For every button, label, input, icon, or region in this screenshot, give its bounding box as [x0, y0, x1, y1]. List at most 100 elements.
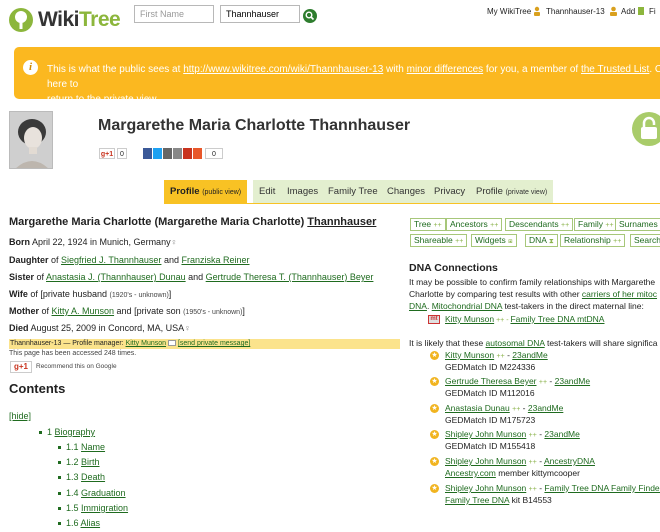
tool-label: Shareable: [414, 235, 453, 245]
test-link[interactable]: 23andMe: [544, 429, 579, 439]
current-user-link[interactable]: Thannhauser-13: [546, 7, 605, 16]
tab-label: Changes: [387, 186, 426, 197]
gplus-share-button[interactable]: g+1: [99, 148, 115, 159]
autosomal-dna-link[interactable]: autosomal DNA: [486, 338, 545, 348]
tab-label: Privacy: [434, 186, 466, 197]
widgets-button[interactable]: Widgets ⧆: [471, 234, 517, 247]
mitochondrial-dna-link[interactable]: Mitochondrial DNA: [432, 301, 502, 311]
sister-row: Sister of Anastasia J. (Thannhauser) Dun…: [9, 272, 373, 282]
share-count: 0: [205, 148, 223, 159]
toc-item[interactable]: 1.4 Graduation: [58, 488, 126, 498]
expand-icon: ++: [433, 222, 442, 229]
toc-label[interactable]: Graduation: [81, 488, 126, 498]
first-name-input[interactable]: [134, 5, 214, 23]
print-icon[interactable]: [173, 148, 182, 159]
test-link[interactable]: 23andMe: [555, 376, 590, 386]
surnames-button[interactable]: Surnames: [615, 218, 660, 231]
toc-label[interactable]: Name: [81, 442, 105, 452]
dna-button[interactable]: DNA ⧗: [525, 234, 558, 247]
toc-item[interactable]: 1.1 Name: [58, 442, 105, 452]
profile-photo[interactable]: [9, 111, 53, 169]
tester-row: Shipley John Munson ++ - AncestryDNA: [445, 456, 595, 466]
child-link[interactable]: Kitty A. Munson: [52, 306, 115, 316]
toc-label[interactable]: Birth: [81, 457, 100, 467]
portrait-image: [10, 112, 52, 168]
tab-profile-public[interactable]: Profile (public view): [164, 180, 248, 203]
years-text: (1920's - unknown): [109, 292, 169, 299]
tab-images[interactable]: Images: [281, 180, 325, 203]
carriers-link[interactable]: carriers of her mitoc: [582, 289, 657, 299]
tester-name-link[interactable]: Shipley John Munson: [445, 456, 526, 466]
last-name-input[interactable]: [220, 5, 300, 23]
sibling-link[interactable]: Anastasia J. (Thannhauser) Dunau: [46, 272, 186, 282]
test-link[interactable]: AncestryDNA: [544, 456, 595, 466]
mother-link[interactable]: Franziska Reiner: [181, 255, 249, 265]
toc-item[interactable]: 1.6 Alias: [58, 518, 100, 528]
test-link[interactable]: Family Tree DNA Family Finder: [544, 483, 660, 493]
more-share-icon[interactable]: [193, 148, 202, 159]
send-message-link[interactable]: [send private message]: [178, 340, 250, 347]
ancestors-button[interactable]: Ancestors ++: [446, 218, 503, 231]
test-link[interactable]: 23andMe: [528, 403, 563, 413]
profile-manager-bar: Thannhauser-13 — Profile manager: Kitty …: [9, 339, 400, 349]
email-icon[interactable]: [163, 148, 172, 159]
toc-label[interactable]: Death: [81, 472, 105, 482]
trusted-list-link[interactable]: the Trusted List: [581, 64, 649, 75]
tab-profile-private[interactable]: Profile (private view): [470, 180, 554, 203]
find-link[interactable]: Fi: [649, 7, 656, 16]
wife-row: Wife of [private husband (1920's - unkno…: [9, 289, 171, 299]
tab-family-tree[interactable]: Family Tree: [322, 180, 384, 203]
tree-button[interactable]: Tree ++: [410, 218, 446, 231]
tab-edit[interactable]: Edit: [253, 180, 282, 203]
toc-hide-link[interactable]: [hide]: [9, 411, 31, 421]
search-button[interactable]: [303, 9, 317, 23]
tab-label: Profile: [476, 186, 503, 197]
tester-name-link[interactable]: Kitty Munson: [445, 350, 494, 360]
provider-link[interactable]: Family Tree DNA: [445, 495, 509, 505]
test-link[interactable]: Family Tree DNA mtDNA: [510, 314, 604, 324]
tab-privacy[interactable]: Privacy: [428, 180, 472, 203]
toc-label[interactable]: Immigration: [81, 503, 128, 513]
toc-item[interactable]: 1 Biography: [39, 427, 95, 437]
toc-item[interactable]: 1.3 Death: [58, 472, 105, 482]
twitter-icon[interactable]: [153, 148, 162, 159]
provider-link[interactable]: Ancestry.com: [445, 468, 496, 478]
tester-name-link[interactable]: Shipley John Munson: [445, 429, 526, 439]
add-link[interactable]: Add: [621, 7, 635, 16]
tab-changes[interactable]: Changes: [381, 180, 432, 203]
relationship-button[interactable]: Relationship ++: [560, 234, 626, 247]
wikitree-logo[interactable]: WikiTree: [8, 4, 126, 34]
tester-name-link[interactable]: Anastasia Dunau: [445, 403, 510, 413]
toc-item[interactable]: 1.5 Immigration: [58, 503, 128, 513]
facebook-icon[interactable]: [143, 148, 152, 159]
tester-name-link[interactable]: Gertrude Theresa Beyer: [445, 376, 537, 386]
pinterest-icon[interactable]: [183, 148, 192, 159]
manager-link[interactable]: Kitty Munson: [126, 340, 166, 347]
envelope-icon: [167, 340, 176, 347]
gplus-count: 0: [117, 148, 127, 159]
my-wikitree-link[interactable]: My WikiTree: [487, 7, 531, 16]
dna-link[interactable]: DNA: [409, 301, 427, 311]
public-url-link[interactable]: http://www.wikitree.com/wiki/Thannhauser…: [183, 64, 383, 75]
toc-label[interactable]: Alias: [81, 518, 101, 528]
tester-name-link[interactable]: Shipley John Munson: [445, 483, 526, 493]
minor-differences-link[interactable]: minor differences: [407, 64, 484, 75]
test-link[interactable]: 23andMe: [512, 350, 547, 360]
toc-item[interactable]: 1.2 Birth: [58, 457, 100, 467]
father-link[interactable]: Siegfried J. Thannhauser: [61, 255, 161, 265]
lock-icon[interactable]: [632, 112, 660, 146]
dna-intro-line2: Charlotte by comparing test results with…: [409, 289, 660, 300]
tester-name-link[interactable]: Kitty Munson: [445, 314, 494, 324]
shareable-button[interactable]: Shareable ++: [410, 234, 468, 247]
return-private-view-link[interactable]: return to the private view: [47, 94, 156, 105]
surname-link[interactable]: Thannhauser: [307, 216, 376, 228]
text: ]: [168, 289, 172, 299]
toc-label[interactable]: Biography: [55, 427, 96, 437]
family-button[interactable]: Family ++: [574, 218, 618, 231]
search-tool-button[interactable]: Search: [630, 234, 660, 247]
google-plus-button[interactable]: g+1: [10, 361, 32, 373]
expand-icon: ++: [613, 238, 622, 245]
profile-name-heading: Margarethe Maria Charlotte Thannhauser: [98, 117, 411, 134]
sibling-link[interactable]: Gertrude Theresa T. (Thannhauser) Beyer: [206, 272, 374, 282]
descendants-button[interactable]: Descendants ++: [505, 218, 574, 231]
